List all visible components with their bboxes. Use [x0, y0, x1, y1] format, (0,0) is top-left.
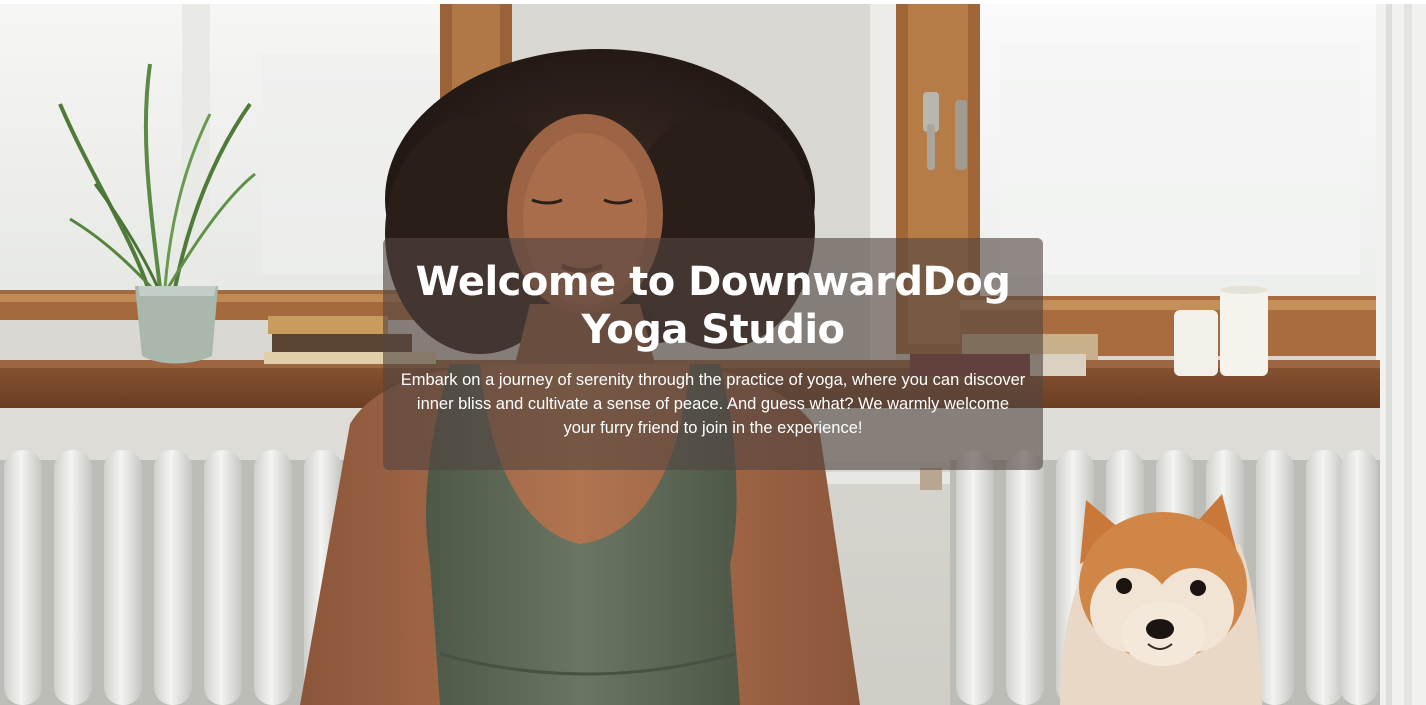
hero-card: Welcome to DownwardDog Yoga Studio Embar… — [383, 238, 1043, 470]
hero-section: Welcome to DownwardDog Yoga Studio Embar… — [0, 4, 1426, 705]
hero-title: Welcome to DownwardDog Yoga Studio — [415, 259, 1011, 353]
hero-description: Embark on a journey of serenity through … — [400, 371, 1026, 437]
